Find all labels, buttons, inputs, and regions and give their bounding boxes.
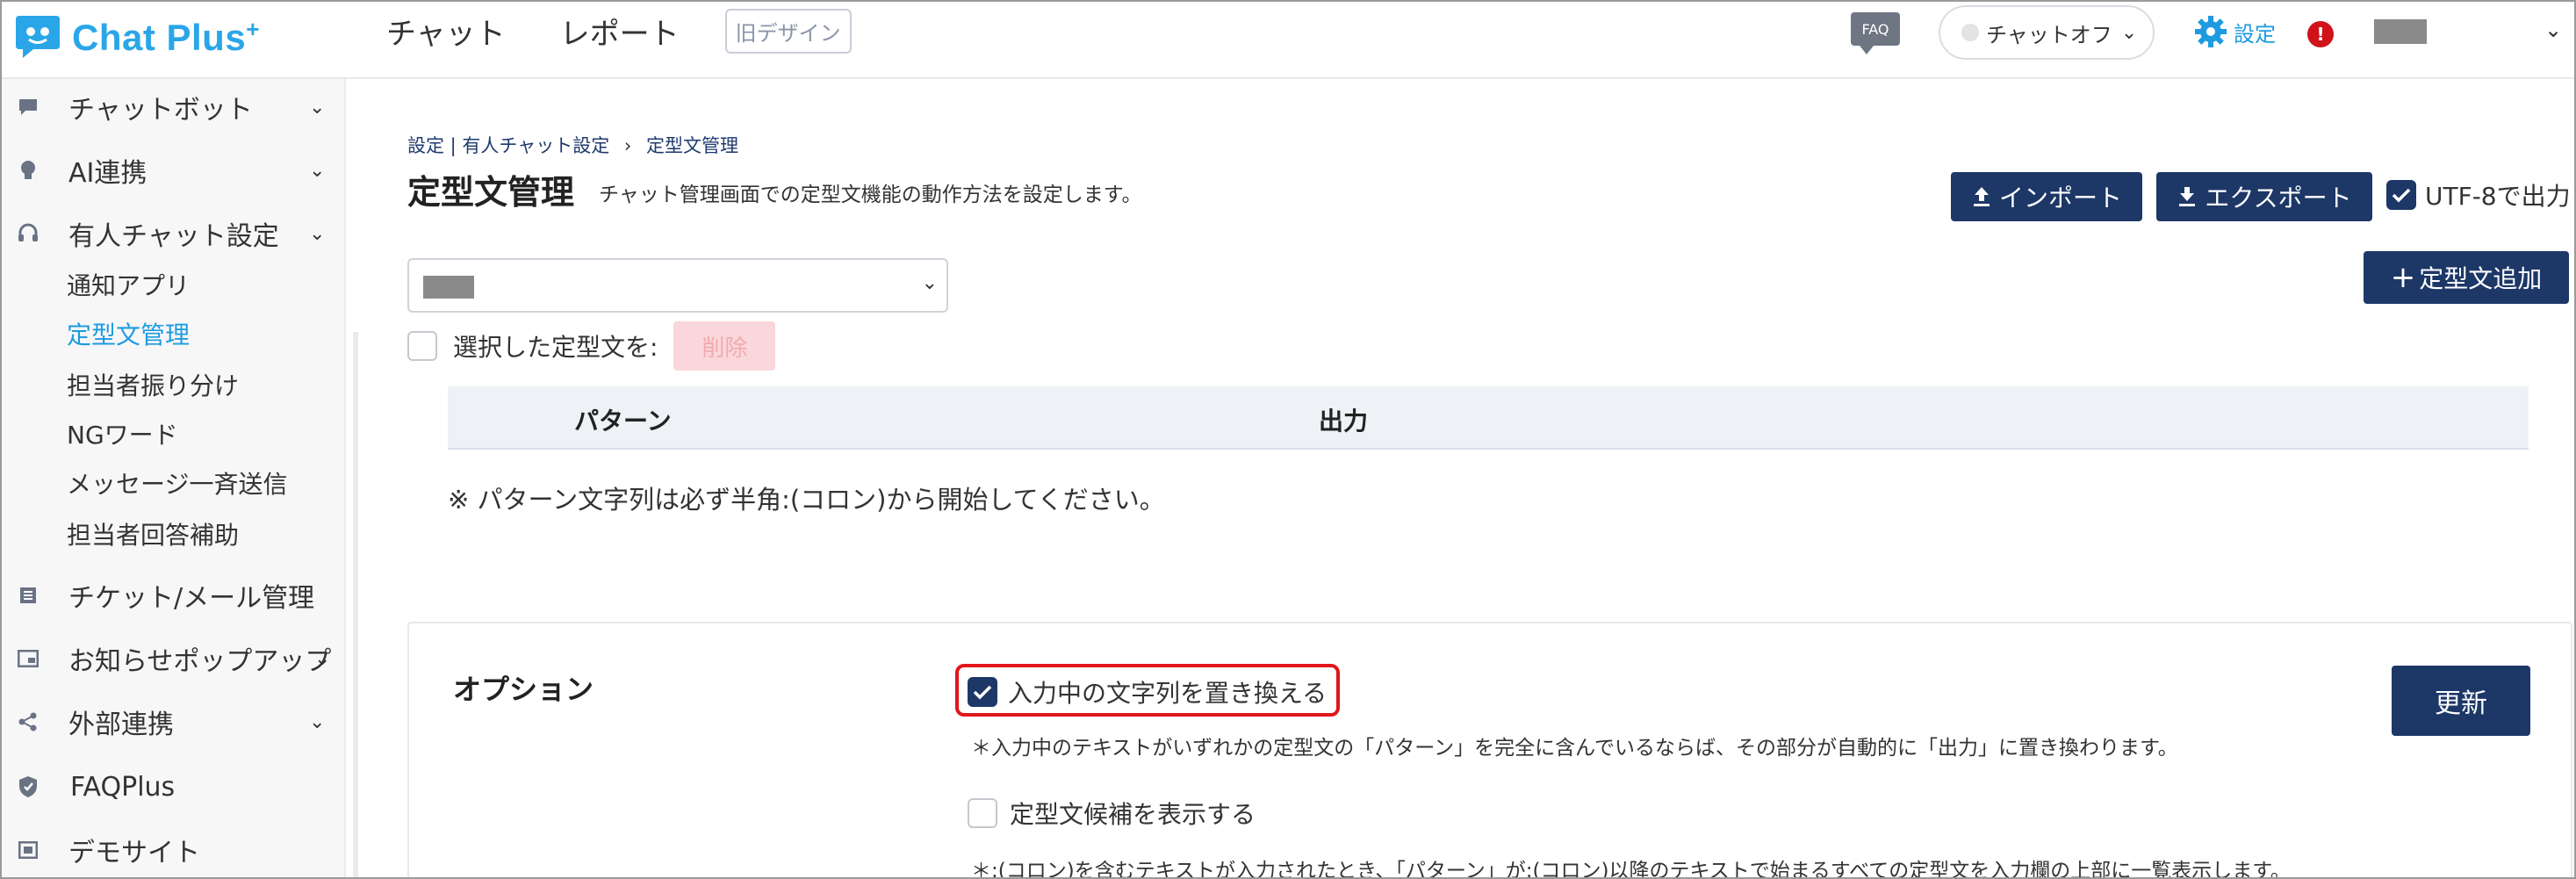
suggest-note: ＊:(コロン)を含むテキストが入力されたとき、「パターン」が:(コロン)以降のテ… <box>971 860 2291 879</box>
breadcrumb-parent[interactable]: 設定 | 有人チャット設定 <box>407 135 609 156</box>
sidebar-item-demo-site[interactable]: デモサイト <box>2 827 346 873</box>
bulk-action-label: 選択した定型文を: <box>453 333 658 362</box>
old-design-button[interactable]: 旧デザイン <box>724 9 852 54</box>
faq-icon[interactable]: FAQ <box>1851 12 1900 54</box>
user-menu-chevron-icon[interactable]: ⌄ <box>2544 18 2562 42</box>
ticket-icon <box>16 583 40 608</box>
logo-text: Chat Plus+ <box>72 15 260 58</box>
replace-option[interactable]: 入力中の文字列を置き換える <box>968 674 1327 710</box>
breadcrumb-separator: › <box>623 135 632 156</box>
chevron-down-icon: ⌄ <box>2120 21 2138 44</box>
user-avatar[interactable] <box>2374 19 2427 44</box>
utf8-checkbox[interactable] <box>2386 180 2416 210</box>
sidebar-subitem-notify-app[interactable]: 通知アプリ <box>67 267 190 302</box>
sidebar-subitem-assignment[interactable]: 担当者振り分け <box>67 367 239 402</box>
sidebar-item-chatbot[interactable]: チャットボット ⌄ <box>2 84 346 130</box>
suggest-option[interactable]: 定型文候補を表示する <box>968 796 1256 831</box>
breadcrumb: 設定 | 有人チャット設定 › 定型文管理 <box>407 132 738 158</box>
status-dot-icon <box>1961 24 1979 41</box>
chevron-down-icon: ⌄ <box>309 159 326 182</box>
bulb-icon <box>16 158 40 183</box>
top-nav: チャット レポート 旧デザイン <box>386 9 852 54</box>
bulk-action-row: 選択した定型文を: 削除 <box>407 321 776 371</box>
select-all-checkbox[interactable] <box>407 331 437 361</box>
utf8-label: UTF-8で出力 <box>2425 182 2571 211</box>
sidebar-scrollbar[interactable] <box>353 332 358 877</box>
sidebar-item-live-chat-settings[interactable]: 有人チャット設定 ⌄ <box>2 211 346 256</box>
column-header-output[interactable]: 出力 <box>1319 402 1368 437</box>
headset-icon <box>16 221 40 246</box>
checkmark-icon <box>2392 188 2411 203</box>
chat-status-label: チャットオフ <box>1986 22 2112 47</box>
chat-status-dropdown[interactable]: チャットオフ ⌄ <box>1939 5 2155 60</box>
category-select[interactable]: ⌄ <box>407 258 948 313</box>
options-card: オプション 入力中の文字列を置き換える ＊入力中のテキストがいずれかの定型文の「… <box>407 622 2572 879</box>
app-window: Chat Plus+ チャット レポート 旧デザイン FAQ チャットオフ ⌄ <box>0 0 2576 879</box>
chevron-down-icon: ⌄ <box>921 272 938 294</box>
chevron-down-icon: ⌄ <box>309 710 326 733</box>
table-header: パターン 出力 <box>448 386 2529 450</box>
suggest-checkbox[interactable] <box>968 798 997 828</box>
replace-note: ＊入力中のテキストがいずれかの定型文の「パターン」を完全に含んでいるならば、その… <box>971 737 2178 760</box>
shield-icon <box>16 775 40 799</box>
replace-checkbox[interactable] <box>968 677 997 707</box>
main-content: 設定 | 有人チャット設定 › 定型文管理 定型文管理 チャット管理画面での定型… <box>360 79 2574 879</box>
share-icon <box>16 710 40 734</box>
page-description: チャット管理画面での定型文機能の動作方法を設定します。 <box>599 184 1142 206</box>
sidebar: チャットボット ⌄ AI連携 ⌄ 有人チャット設定 ⌄ 通知アプリ 定型文管理 … <box>2 79 346 877</box>
popup-icon <box>16 646 40 671</box>
delete-button[interactable]: 削除 <box>673 321 776 371</box>
utf8-option[interactable]: UTF-8で出力 <box>2386 177 2571 213</box>
chevron-down-icon: ⌄ <box>314 647 331 670</box>
gear-icon <box>2195 16 2227 47</box>
export-button[interactable]: エクスポート <box>2156 172 2372 221</box>
sidebar-item-popup[interactable]: お知らせポップアップ ⌄ <box>2 636 346 681</box>
sidebar-item-ticket-mail[interactable]: チケット/メール管理 <box>2 573 346 618</box>
sidebar-subitem-templates[interactable]: 定型文管理 <box>67 316 190 351</box>
sidebar-subitem-broadcast[interactable]: メッセージ一斉送信 <box>67 465 287 501</box>
page-title: 定型文管理 <box>407 173 575 212</box>
nav-chat[interactable]: チャット <box>386 10 506 53</box>
sidebar-subitem-answer-assist[interactable]: 担当者回答補助 <box>67 516 239 551</box>
breadcrumb-current: 定型文管理 <box>646 135 738 156</box>
add-template-button[interactable]: + 定型文追加 <box>2364 251 2569 304</box>
top-header: Chat Plus+ チャット レポート 旧デザイン FAQ チャットオフ ⌄ <box>2 2 2574 79</box>
options-title: オプション <box>453 673 594 706</box>
pattern-note: ※ パターン文字列は必ず半角:(コロン)から開始してください。 <box>448 485 1165 515</box>
suggest-label: 定型文候補を表示する <box>1010 800 1256 829</box>
import-button[interactable]: インポート <box>1951 172 2142 221</box>
settings-link[interactable]: 設定 <box>2193 14 2276 49</box>
logo[interactable]: Chat Plus+ <box>14 11 260 63</box>
sidebar-subitem-ng-words[interactable]: NGワード <box>67 416 178 451</box>
column-header-pattern[interactable]: パターン <box>574 402 672 437</box>
alert-icon[interactable]: ! <box>2307 21 2334 47</box>
redacted-value <box>423 276 474 299</box>
update-button[interactable]: 更新 <box>2392 666 2530 736</box>
sidebar-item-faqplus[interactable]: FAQPlus <box>2 764 346 810</box>
upload-icon <box>1973 187 1990 206</box>
chevron-down-icon: ⌄ <box>309 96 326 119</box>
settings-label: 設定 <box>2234 21 2276 47</box>
chat-plus-logo-icon <box>16 16 60 58</box>
nav-report[interactable]: レポート <box>560 10 680 53</box>
sidebar-item-integrations[interactable]: 外部連携 ⌄ <box>2 699 346 745</box>
chevron-down-icon: ⌄ <box>309 222 326 245</box>
checkmark-icon <box>973 685 992 700</box>
replace-label: 入力中の文字列を置き換える <box>1008 679 1328 708</box>
download-icon <box>2179 187 2196 206</box>
sidebar-item-ai[interactable]: AI連携 ⌄ <box>2 148 346 193</box>
demo-icon <box>16 838 40 862</box>
plus-icon: + <box>2390 260 2416 295</box>
chat-bubble-icon <box>16 95 40 119</box>
